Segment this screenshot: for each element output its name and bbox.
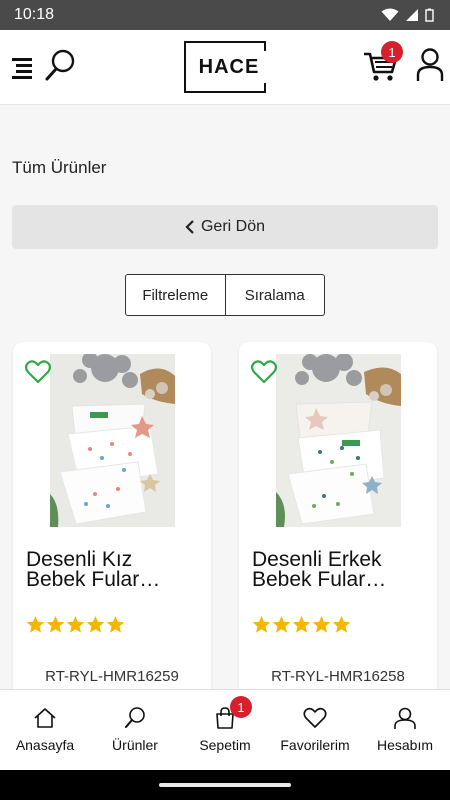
user-icon[interactable] <box>416 47 444 83</box>
star-icon <box>292 615 311 633</box>
star-icon <box>272 615 291 633</box>
system-navigation-bar <box>0 770 450 800</box>
star-icon <box>106 615 125 633</box>
menu-icon[interactable] <box>10 55 36 81</box>
nav-label: Sepetim <box>199 737 251 753</box>
back-button-label: Geri Dön <box>200 218 266 235</box>
sort-button[interactable]: Sıralama <box>224 275 325 315</box>
nav-label: Anasayfa <box>15 737 75 753</box>
bottom-navigation: Anasayfa Ürünler Sepetim 1 Favorilerim H… <box>0 689 450 770</box>
star-icon <box>252 615 271 633</box>
hace-logo[interactable]: HACE <box>184 41 266 93</box>
nav-label: Hesabım <box>376 737 434 753</box>
logo-text: HACE <box>198 55 260 78</box>
nav-label: Favorilerim <box>280 737 350 753</box>
user-icon <box>394 707 416 729</box>
favorite-heart-icon[interactable] <box>251 360 277 384</box>
star-icon <box>332 615 351 633</box>
product-rating <box>252 615 351 634</box>
product-sku: RT-RYL-HMR16259 <box>45 668 179 685</box>
product-card[interactable]: Desenli Erkek Bebek Fular… RT-RYL-HMR162… <box>239 342 437 702</box>
search-icon[interactable] <box>44 49 76 83</box>
product-image <box>276 354 401 527</box>
product-name[interactable]: Desenli Kız Bebek Fular… <box>26 550 196 590</box>
back-button[interactable]: Geri Dön <box>12 205 438 249</box>
star-icon <box>26 615 45 633</box>
search-icon <box>125 707 145 728</box>
nav-item-cart[interactable]: Sepetim 1 <box>180 690 270 770</box>
nav-item-products[interactable]: Ürünler <box>90 690 180 770</box>
cart-badge: 1 <box>381 41 403 63</box>
page-title: Tüm Ürünler <box>12 158 107 177</box>
wifi-icon <box>381 8 399 21</box>
product-sku: RT-RYL-HMR16258 <box>271 668 405 685</box>
product-card[interactable]: Desenli Kız Bebek Fular… RT-RYL-HMR16259 <box>13 342 211 702</box>
filter-sort-control: Filtreleme Sıralama <box>125 274 325 316</box>
nav-label: Ürünler <box>112 737 158 753</box>
product-image <box>50 354 175 527</box>
signal-icon <box>406 9 418 21</box>
status-bar: 10:18 <box>0 0 450 30</box>
star-icon <box>46 615 65 633</box>
home-icon <box>34 708 56 728</box>
favorite-heart-icon[interactable] <box>25 360 51 384</box>
chevron-left-icon <box>185 220 194 234</box>
home-gesture-pill[interactable] <box>159 783 291 787</box>
nav-item-account[interactable]: Hesabım <box>360 690 450 770</box>
product-name[interactable]: Desenli Erkek Bebek Fular… <box>252 550 422 590</box>
star-icon <box>86 615 105 633</box>
nav-item-home[interactable]: Anasayfa <box>0 690 90 770</box>
cart-count-badge: 1 <box>230 696 252 718</box>
product-rating <box>26 615 125 634</box>
star-icon <box>312 615 331 633</box>
heart-icon <box>303 707 327 728</box>
app-header: HACE 1 <box>0 30 450 105</box>
nav-item-favorites[interactable]: Favorilerim <box>270 690 360 770</box>
star-icon <box>66 615 85 633</box>
status-time: 10:18 <box>14 6 55 23</box>
status-icons <box>381 8 434 22</box>
filter-button[interactable]: Filtreleme <box>126 275 225 315</box>
battery-icon <box>425 8 434 22</box>
